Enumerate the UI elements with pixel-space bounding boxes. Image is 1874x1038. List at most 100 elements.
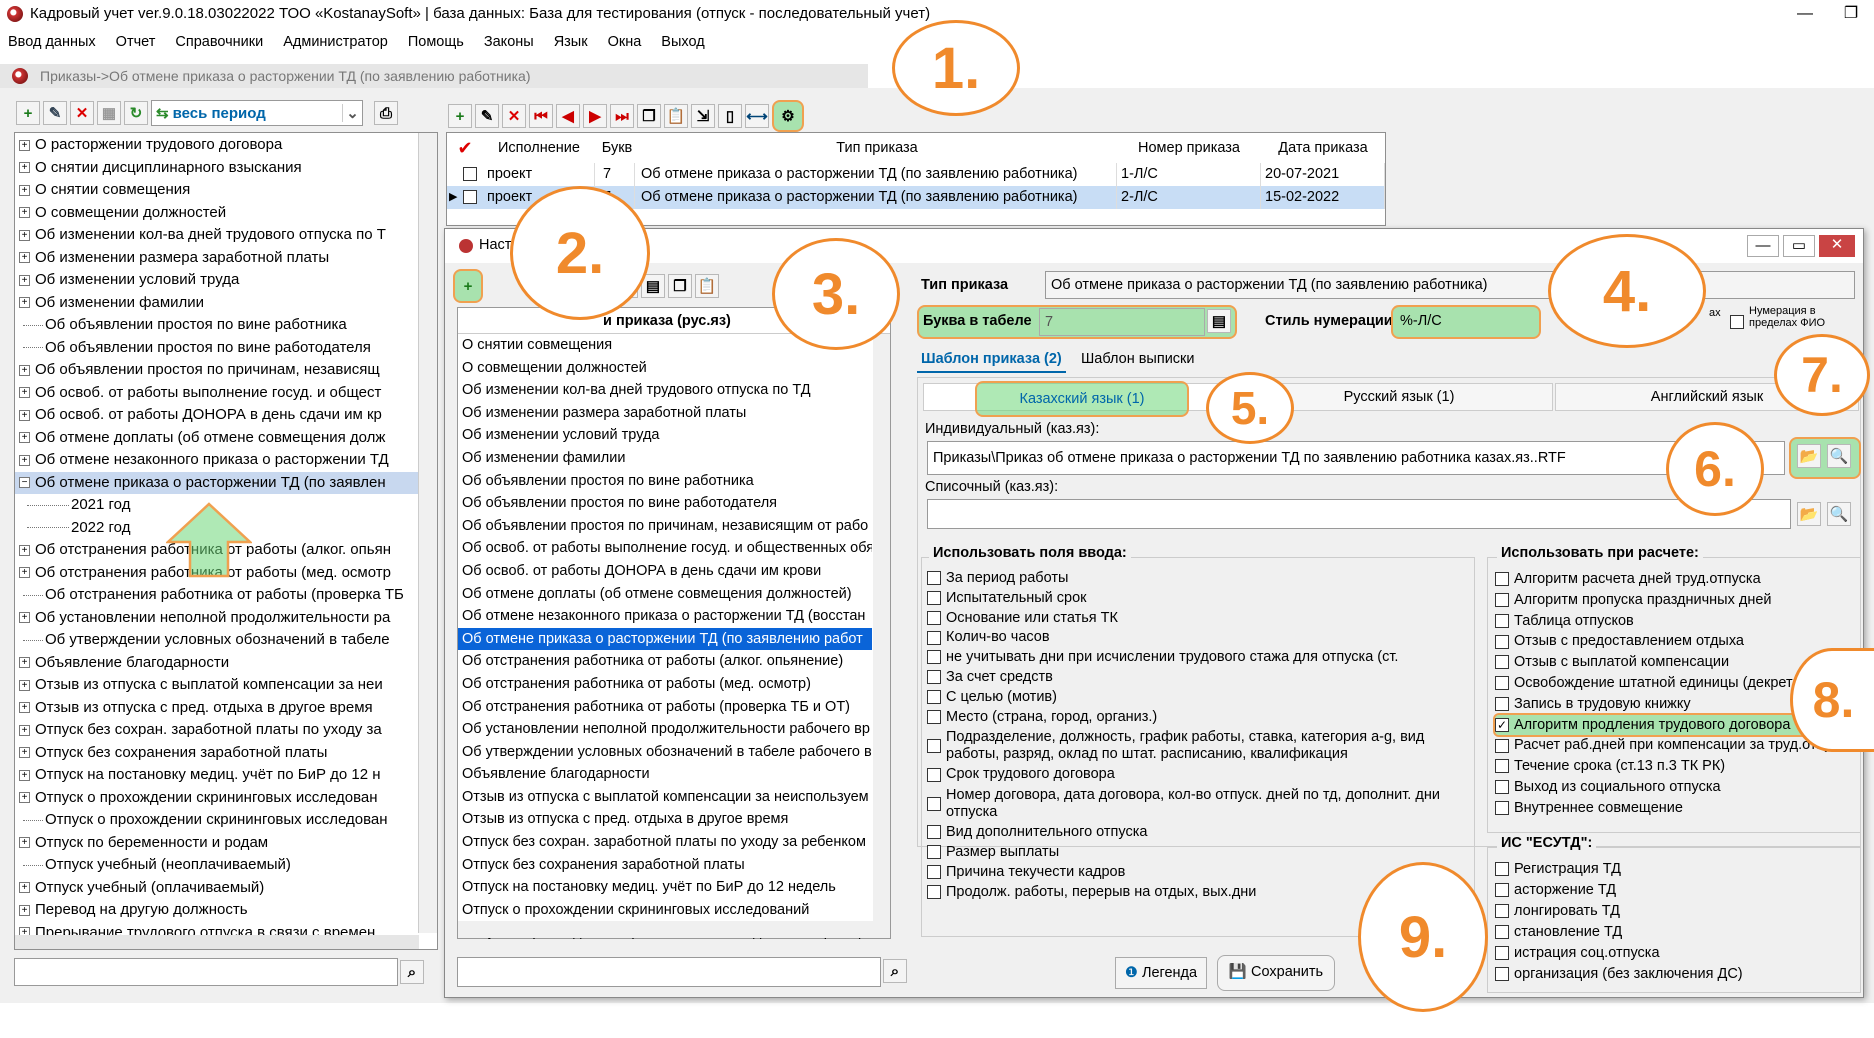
checkbox[interactable] [1495, 613, 1509, 628]
menu-item[interactable]: Законы [484, 30, 534, 54]
tree-item[interactable]: + Отпуск без сохранения заработной платы [15, 742, 437, 765]
grid-icon[interactable]: ▦ [97, 101, 121, 125]
column-header[interactable]: Исполнение [483, 135, 595, 161]
expand-icon[interactable]: + [19, 274, 30, 286]
tree-item[interactable]: + Отзыв из отпуска с пред. отдыха в друго… [15, 697, 437, 720]
table-row[interactable]: проект 7 Об отмене приказа о расторжении Т… [447, 163, 1385, 186]
delete-icon[interactable]: ✕ [502, 104, 526, 128]
calc-option[interactable]: Алгоритм пропуска праздничных дней [1495, 590, 1859, 611]
list-item[interactable]: Об отстранения работника от работы (пров… [458, 696, 872, 719]
expand-icon[interactable]: + [19, 252, 30, 264]
individual-template-field[interactable]: Приказы\Приказ об отмене приказа о расто… [927, 441, 1785, 475]
tree-item[interactable]: + Об установлении неполной продолжительно… [15, 607, 437, 630]
expand-icon[interactable]: + [19, 702, 30, 714]
checkbox[interactable] [927, 590, 941, 605]
tree-item[interactable]: − Об отмене приказа о расторжении ТД (по … [15, 471, 437, 494]
field-option[interactable]: Размер выплаты [927, 843, 1473, 863]
tree-item[interactable]: + Отпуск о прохождении скрининговых иссле… [15, 787, 437, 810]
tree-item[interactable]: + О снятии совмещения [15, 179, 437, 202]
expand-icon[interactable]: + [19, 387, 30, 399]
print-icon[interactable]: ⎙ [374, 101, 398, 125]
numbering-field[interactable]: %-Л/С [1395, 308, 1535, 336]
checkbox[interactable] [927, 825, 941, 840]
tree-item[interactable]: Об объявлении простоя по вине работодате… [15, 337, 437, 360]
list-item[interactable]: Об освоб. от работы выполнение госуд. и … [458, 537, 872, 560]
calc-option[interactable]: Отзыв с предоставлением отдыха [1495, 631, 1859, 652]
expand-icon[interactable]: + [19, 297, 30, 309]
checkbox[interactable] [1495, 883, 1509, 898]
letter-field[interactable]: 7 [1039, 308, 1205, 336]
list-item[interactable]: Объявление благодарности [458, 763, 872, 786]
expand-icon[interactable]: + [19, 139, 30, 151]
expand-icon[interactable]: + [19, 612, 30, 624]
copy-icon[interactable]: ❐ [668, 274, 692, 298]
list-item[interactable]: Отпуск на постановку медиц. учёт по БиР … [458, 876, 872, 899]
tree-item[interactable]: + О совмещении должностей [15, 202, 437, 225]
book-icon[interactable]: ▤ [1207, 309, 1231, 333]
tree-item[interactable]: + Отпуск без сохран. заработной платы по … [15, 719, 437, 742]
tree-item[interactable]: + Об отмене доплаты (об отмене совмещения… [15, 427, 437, 450]
expand-icon[interactable]: + [19, 724, 30, 736]
list-item[interactable]: Об отмене доплаты (об отмене совмещения … [458, 583, 872, 606]
list-item[interactable]: Отзыв из отпуска с выплатой компенсации … [458, 786, 872, 809]
binoculars-icon[interactable]: ⌕ [883, 959, 907, 983]
tree-item[interactable]: + Об изменении размера заработной платы [15, 247, 437, 270]
tree-item[interactable]: + Отпуск по беременности и родам [15, 832, 437, 855]
list-item[interactable]: О совмещении должностей [458, 357, 872, 380]
maximize-icon[interactable]: ❐ [1828, 0, 1874, 28]
field-option[interactable]: Испытательный срок [927, 589, 1473, 609]
expand-icon[interactable]: + [19, 544, 30, 556]
tree-item[interactable]: + Перевод на другую должность [15, 899, 437, 922]
tree-item[interactable]: Об объявлении простоя по вине работника [15, 314, 437, 337]
tree-item[interactable]: + Об освоб. от работы выполнение госуд. и… [15, 382, 437, 405]
field-option[interactable]: Колич-во часов [927, 628, 1473, 648]
menu-item[interactable]: Язык [554, 30, 588, 54]
checkbox[interactable] [1495, 925, 1509, 940]
checkbox[interactable] [927, 864, 941, 879]
tree-item[interactable]: + О снятии дисциплинарного взыскания [15, 157, 437, 180]
expand-icon[interactable]: + [19, 432, 30, 444]
tab-kazakh-label[interactable]: Казахский язык (1) [975, 381, 1189, 417]
checkbox[interactable] [927, 650, 941, 665]
expand-icon[interactable]: + [19, 792, 30, 804]
checkbox[interactable] [1495, 946, 1509, 961]
preview-icon[interactable]: 🔍 [1827, 502, 1851, 526]
add-order-type-button[interactable]: + [453, 269, 483, 303]
minimize-icon[interactable]: — [1782, 0, 1828, 28]
legend-button[interactable]: ❶ Легенда [1115, 957, 1207, 989]
checkbox[interactable] [927, 709, 941, 724]
open-folder-icon[interactable]: 📂 [1797, 444, 1821, 468]
fit-width-icon[interactable]: ⟷ [745, 104, 769, 128]
edit-icon[interactable]: ✎ [475, 104, 499, 128]
checkbox[interactable] [927, 739, 941, 754]
tree-item[interactable]: + О расторжении трудового договора [15, 134, 437, 157]
tree-item[interactable]: Отпуск о прохождении скрининговых исслед… [15, 809, 437, 832]
calc-option[interactable]: Таблица отпусков [1495, 611, 1859, 632]
column-header[interactable]: Номер приказа [1117, 135, 1261, 161]
checkbox[interactable] [927, 884, 941, 899]
list-search-input[interactable] [457, 957, 881, 987]
list-scrollbar[interactable] [873, 334, 890, 922]
field-option[interactable]: Основание или статья ТК [927, 609, 1473, 629]
list-item[interactable]: Об освоб. от работы ДОНОРА в день сдачи … [458, 560, 872, 583]
field-option[interactable]: Номер договора, дата договора, кол-во от… [927, 785, 1473, 823]
list-item[interactable]: Об объявлении простоя по вине работника [458, 470, 872, 493]
row-checkbox[interactable] [463, 167, 477, 181]
paste-icon[interactable]: 📋 [664, 104, 688, 128]
binoculars-icon[interactable]: ⌕ [400, 960, 424, 984]
row-checkbox[interactable] [463, 190, 477, 204]
list-item[interactable]: Об изменении фамилии [458, 447, 872, 470]
minimize-icon[interactable]: — [1747, 235, 1779, 257]
list-item[interactable]: Об изменении размера заработной платы [458, 402, 872, 425]
list-item[interactable]: Об изменении условий труда [458, 424, 872, 447]
list-item[interactable]: Об объявлении простоя по причинам, незав… [458, 515, 872, 538]
tree-item[interactable]: + Об изменении кол-ва дней трудового отпу… [15, 224, 437, 247]
tab-extract-template[interactable]: Шаблон выписки [1081, 351, 1195, 367]
field-option[interactable]: За период работы [927, 569, 1473, 589]
last-record-icon[interactable]: ⏭ [610, 104, 634, 128]
checkbox[interactable] [1495, 759, 1509, 774]
expand-icon[interactable]: + [19, 679, 30, 691]
list-item[interactable]: Об изменении кол-ва дней трудового отпус… [458, 379, 872, 402]
expand-icon[interactable]: + [19, 747, 30, 759]
checkbox[interactable] [1495, 967, 1509, 982]
